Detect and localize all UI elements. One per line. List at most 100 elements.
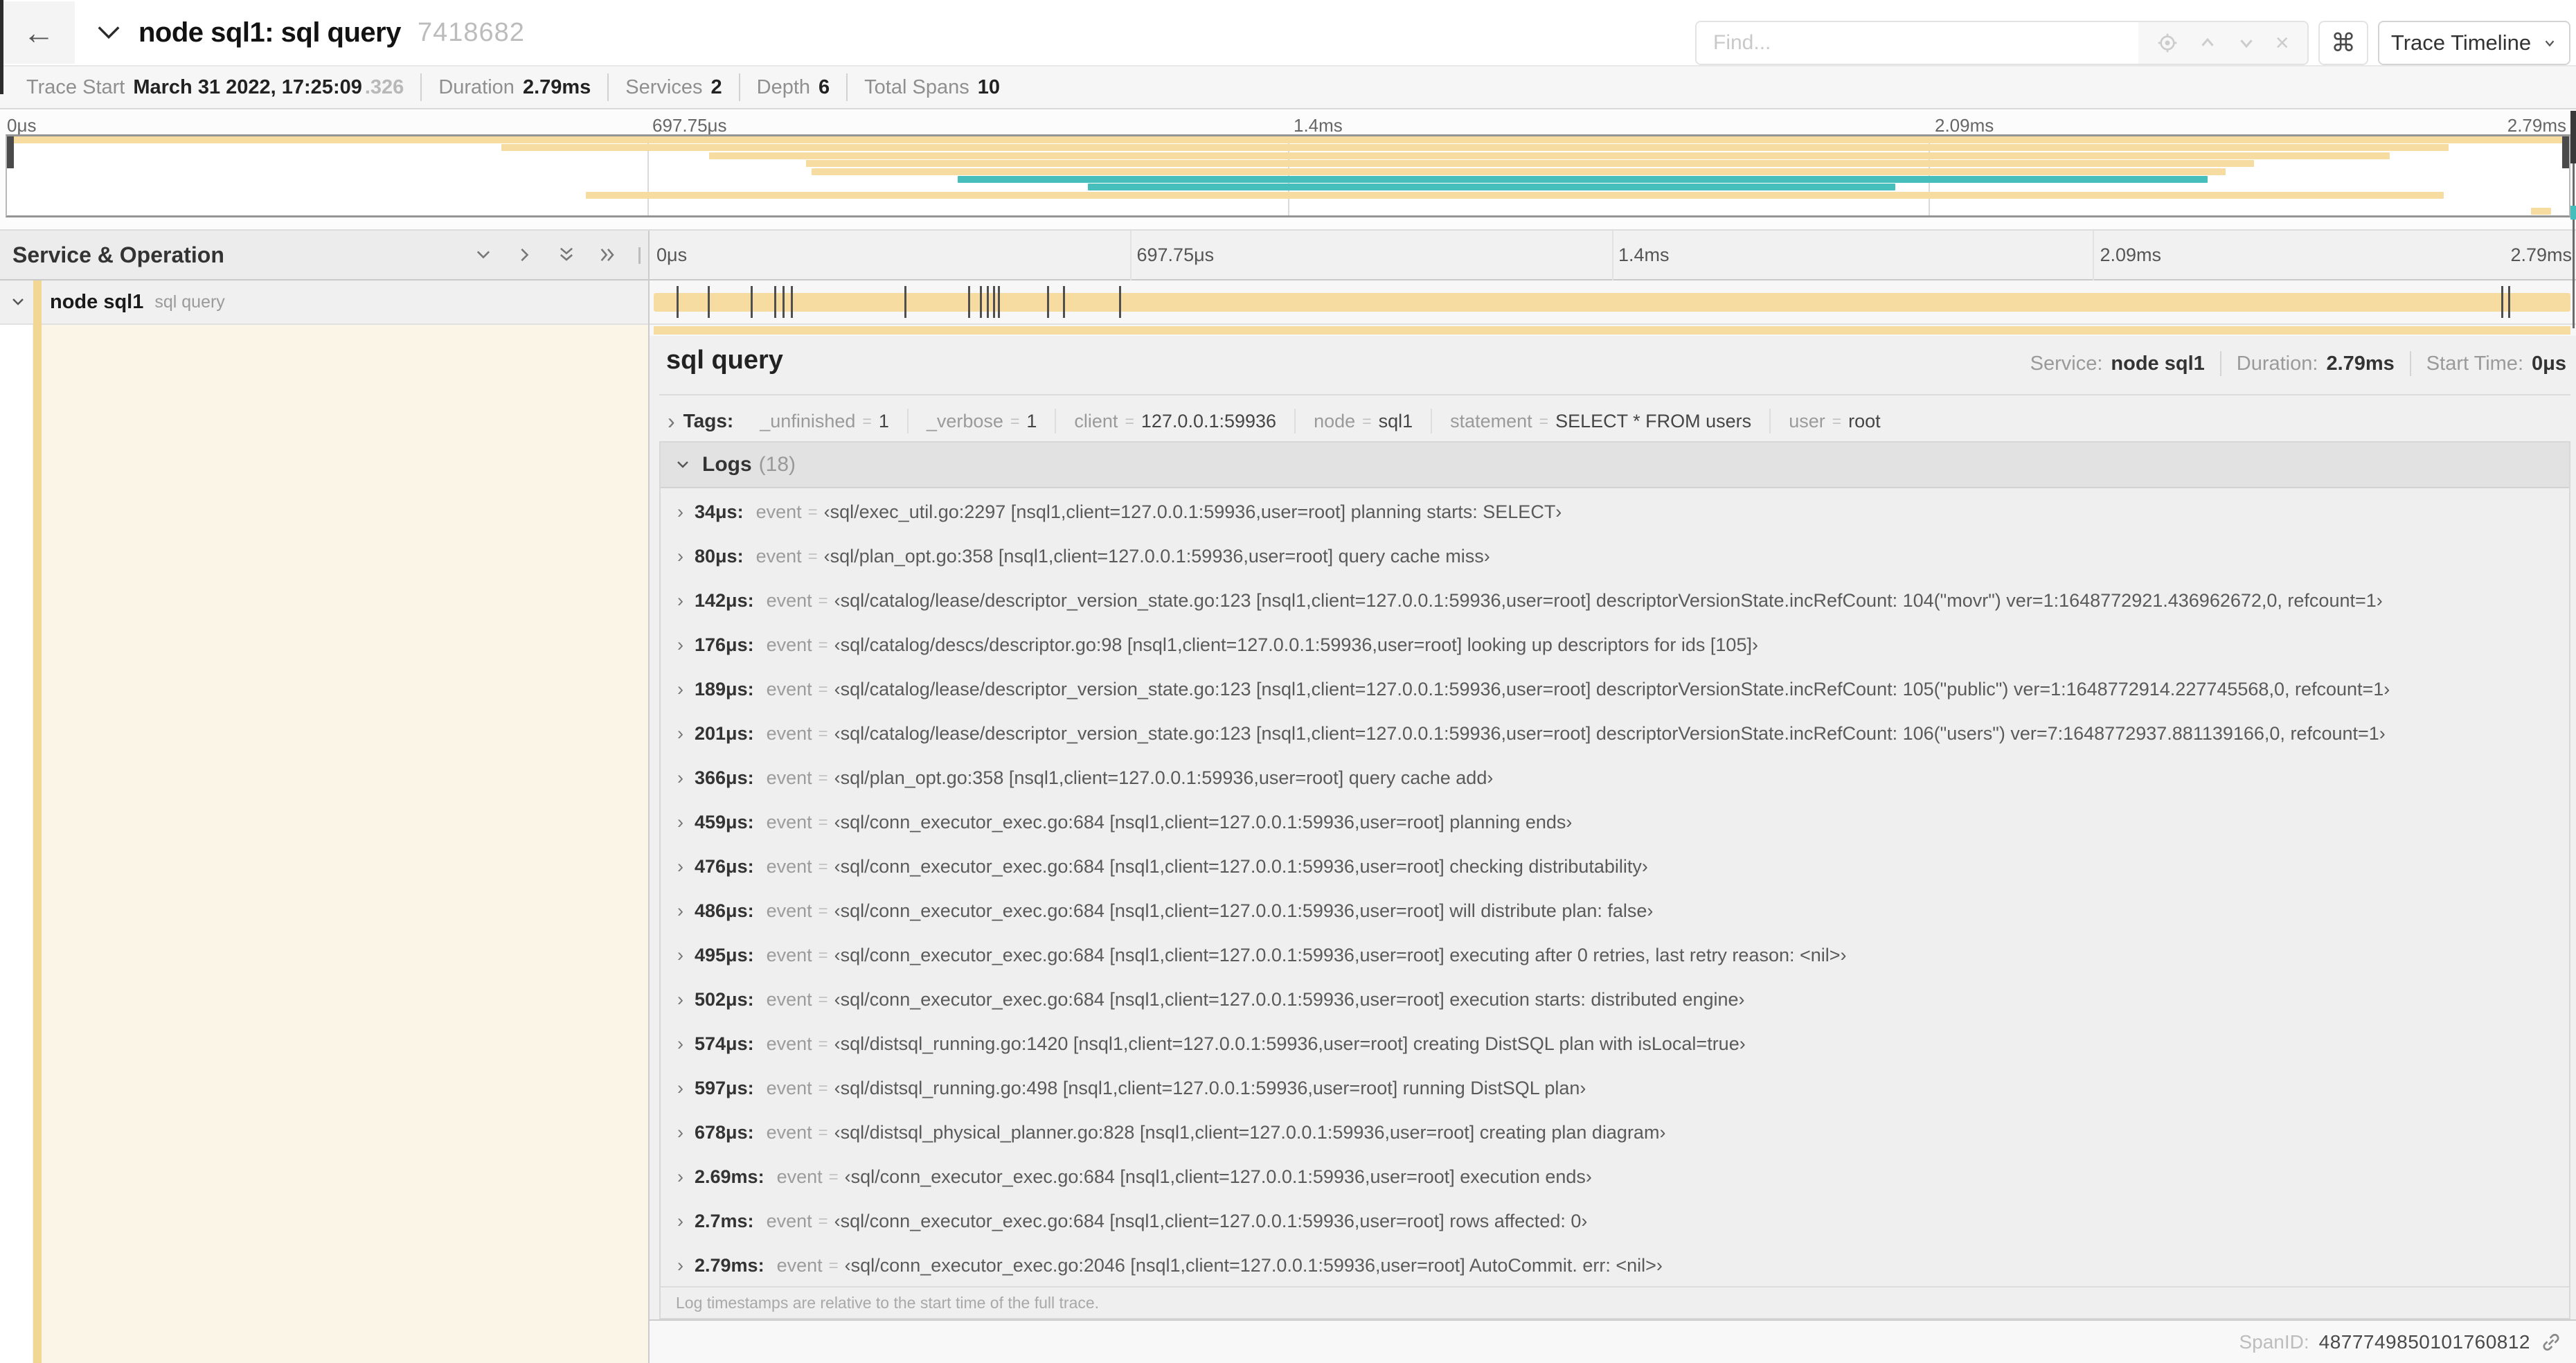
log-row[interactable]: › 486μs: event = ‹sql/conn_executor_exec.go:… [661,887,2569,932]
next-match-icon[interactable] [2236,33,2257,53]
log-marker [676,286,679,318]
log-row[interactable]: › 189μs: event = ‹sql/catalog/lease/descript… [661,666,2569,710]
log-row[interactable]: › 459μs: event = ‹sql/conn_executor_exec.go:… [661,799,2569,843]
ruler-tick-label: 0μs [7,115,37,136]
log-field-key: event [766,989,812,1010]
log-expander-icon[interactable]: › [677,724,683,744]
log-expander-icon[interactable]: › [677,591,683,611]
log-expander-icon[interactable]: › [677,1123,683,1143]
expand-one-icon[interactable] [515,245,535,265]
log-row[interactable]: › 476μs: event = ‹sql/conn_executor_exec.go:… [661,843,2569,887]
total-spans-label: Total Spans [864,75,969,98]
link-icon[interactable] [2540,1331,2562,1353]
find-bar: × [1695,21,2309,65]
log-field-value: ‹sql/distsql_physical_planner.go:828 [ns… [834,1122,1666,1143]
log-expander-icon[interactable]: › [677,635,683,655]
clear-find-icon[interactable]: × [2275,31,2289,55]
tag-value: 127.0.0.1:59936 [1141,410,1277,431]
log-timestamp: 502μs: [695,989,754,1010]
log-field-value: ‹sql/conn_executor_exec.go:684 [nsql1,cl… [834,856,1648,877]
log-row[interactable]: › 366μs: event = ‹sql/plan_opt.go:358 [nsql1… [661,754,2569,799]
log-row[interactable]: › 574μs: event = ‹sql/distsql_running.go:142… [661,1020,2569,1064]
locate-icon[interactable] [2156,32,2179,54]
log-field-value: ‹sql/conn_executor_exec.go:684 [nsql1,cl… [844,1166,1592,1187]
collapse-all-icon[interactable] [557,245,576,265]
logs-collapse-icon[interactable] [674,456,691,473]
log-timestamp: 486μs: [695,900,754,921]
log-expander-icon[interactable]: › [677,1211,683,1231]
selected-span-bar [654,326,2570,335]
span-row[interactable]: node sql1 sql query [0,280,2576,325]
log-expander-icon[interactable]: › [677,1167,683,1187]
timeline-header: Service & Operation 0μs 697.75μs 1.4ms 2.09… [0,231,2576,280]
log-row[interactable]: › 2.69ms: event = ‹sql/conn_executor_exec.go… [661,1153,2569,1197]
log-field-value: ‹sql/conn_executor_exec.go:684 [nsql1,cl… [834,812,1573,832]
span-row-label[interactable]: node sql1 sql query [0,280,648,323]
tags-label: Tags: [683,410,734,431]
log-row[interactable]: › 495μs: event = ‹sql/conn_executor_exec.go:… [661,932,2569,976]
log-expander-icon[interactable]: › [677,1078,683,1098]
vertical-scrollbar-track[interactable] [2573,163,2575,328]
span-detail-title: sql query [666,346,783,375]
find-input[interactable] [1697,22,2138,64]
log-expander-icon[interactable]: › [677,1256,683,1276]
meta-start-time-label: Start Time: [2426,352,2523,375]
command-icon: ⌘ [2331,28,2356,57]
tag-item-user: user = root [1769,409,1899,434]
log-field-key: event [766,1211,812,1231]
log-row[interactable]: › 142μs: event = ‹sql/catalog/lease/descript… [661,577,2569,621]
minimap-left-drag-handle[interactable] [7,136,14,168]
prev-match-icon[interactable] [2197,33,2218,53]
ruler-tick-label: 697.75μs [1136,244,1215,265]
log-row[interactable]: › 2.79ms: event = ‹sql/conn_executor_exec.go… [661,1242,2569,1286]
log-equals: = [818,946,828,965]
log-row[interactable]: › 502μs: event = ‹sql/conn_executor_exec.go:… [661,976,2569,1020]
tags-expander-icon[interactable]: › [668,410,675,432]
duration-value: 2.79ms [522,75,591,98]
log-expander-icon[interactable]: › [677,502,683,522]
log-expander-icon[interactable]: › [677,768,683,788]
log-row[interactable]: › 80μs: event = ‹sql/plan_opt.go:358 [nsql1,… [661,533,2569,577]
minimap-span-bar [7,136,2569,143]
logs-note: Log timestamps are relative to the start… [661,1286,2569,1318]
log-row[interactable]: › 2.7ms: event = ‹sql/conn_executor_exec.go:… [661,1197,2569,1242]
tags-accordion[interactable]: › Tags: _unfinished = 1 _verbose = 1 client = 12… [659,402,1899,440]
log-expander-icon[interactable]: › [677,990,683,1010]
log-row[interactable]: › 34μs: event = ‹sql/exec_util.go:2297 [nsql… [661,488,2569,533]
log-expander-icon[interactable]: › [677,1034,683,1054]
log-field-key: event [766,945,812,965]
tag-key: _verbose [926,410,1003,431]
log-row[interactable]: › 678μs: event = ‹sql/distsql_physical_plann… [661,1109,2569,1153]
log-row[interactable]: › 597μs: event = ‹sql/distsql_running.go:498… [661,1064,2569,1109]
log-expander-icon[interactable]: › [677,546,683,567]
log-row[interactable]: › 176μs: event = ‹sql/catalog/descs/descript… [661,621,2569,666]
trace-view-select[interactable]: Trace Timeline [2378,21,2570,65]
expand-all-icon[interactable] [598,245,618,265]
keyboard-shortcuts-button[interactable]: ⌘ [2318,21,2368,65]
span-collapse-icon[interactable] [10,294,26,310]
minimap-span-rows [7,136,2569,215]
back-button[interactable]: ← [3,1,75,64]
log-timestamp: 495μs: [695,945,754,965]
span-operation-name: sql query [154,292,225,312]
ruler-tick-label: 1.4ms [1294,115,1343,136]
trace-collapse-icon[interactable] [96,24,122,42]
log-timestamp: 459μs: [695,812,754,832]
span-bar-track[interactable] [650,280,2576,323]
trace-summary-bar: Trace Start March 31 2022, 17:25:09 .326… [0,66,2576,109]
log-row[interactable]: › 201μs: event = ‹sql/catalog/lease/descript… [661,710,2569,754]
minimap-canvas[interactable] [6,134,2570,217]
meta-service: Service: node sql1 [2015,351,2220,376]
log-expander-icon[interactable]: › [677,901,683,921]
minimap-right-drag-handle[interactable] [2562,136,2569,168]
log-expander-icon[interactable]: › [677,857,683,877]
vertical-scrollbar-thumb[interactable] [2570,111,2576,163]
log-equals: = [818,1079,828,1098]
log-expander-icon[interactable]: › [677,679,683,700]
log-expander-icon[interactable]: › [677,812,683,832]
logs-header[interactable]: Logs (18) [661,443,2569,488]
minimap-span-bar [957,176,2208,183]
log-expander-icon[interactable]: › [677,945,683,965]
collapse-one-icon[interactable] [474,245,493,265]
log-field-value: ‹sql/catalog/descs/descriptor.go:98 [nsq… [834,634,1758,655]
